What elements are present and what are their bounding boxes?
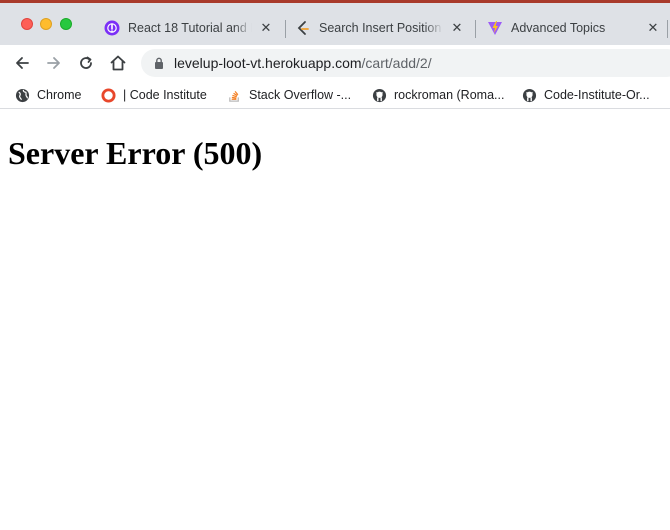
reload-icon bbox=[80, 56, 92, 69]
forward-arrow-icon bbox=[47, 57, 60, 69]
window-zoom-button[interactable] bbox=[60, 18, 72, 30]
url-path: /cart/add/2/ bbox=[361, 55, 432, 71]
leetcode-icon bbox=[295, 20, 311, 36]
bookmark-label: Stack Overflow -... bbox=[249, 88, 352, 102]
bookmark-chrome[interactable]: Chrome bbox=[14, 86, 81, 104]
close-icon[interactable]: ✕ bbox=[645, 20, 661, 36]
bookmark-code-institute[interactable]: | Code Institute bbox=[100, 86, 207, 104]
back-arrow-icon bbox=[16, 57, 29, 69]
page-content: Server Error (500) bbox=[0, 110, 670, 530]
tab-react-tutorial[interactable]: React 18 Tutorial and P ✕ bbox=[104, 11, 274, 45]
url-host: levelup-loot-vt.herokuapp.com bbox=[174, 55, 362, 71]
tab-advanced-topics[interactable]: Advanced Topics ✕ bbox=[487, 11, 661, 45]
close-icon[interactable]: ✕ bbox=[258, 20, 274, 36]
bookmark-label: Code-Institute-Or... bbox=[544, 88, 650, 102]
tab-strip: React 18 Tutorial and P ✕ Search Insert … bbox=[0, 3, 670, 45]
browser-toolbar: levelup-loot-vt.herokuapp.com/cart/add/2… bbox=[0, 45, 670, 81]
close-icon[interactable]: ✕ bbox=[449, 20, 465, 36]
error-heading: Server Error (500) bbox=[8, 135, 263, 171]
window-close-button[interactable] bbox=[21, 18, 33, 30]
tab-search-insert-position[interactable]: Search Insert Position ✕ bbox=[295, 11, 465, 45]
lock-icon[interactable] bbox=[153, 56, 165, 70]
tab-title: Search Insert Position bbox=[319, 21, 443, 35]
tab-separator bbox=[285, 20, 286, 38]
bookmark-rockroman[interactable]: rockroman (Roma... bbox=[371, 86, 504, 104]
github-icon bbox=[521, 87, 537, 103]
tab-separator bbox=[475, 20, 476, 38]
purple-circle-icon bbox=[104, 20, 120, 36]
github-icon bbox=[371, 87, 387, 103]
chrome-globe-icon bbox=[14, 87, 30, 103]
bookmark-stack-overflow[interactable]: Stack Overflow -... bbox=[226, 86, 351, 104]
bookmarks-bar: Chrome | Code Institute Stack Overflow -… bbox=[0, 81, 670, 109]
vite-icon bbox=[487, 20, 503, 36]
tab-title: React 18 Tutorial and P bbox=[128, 21, 252, 35]
code-institute-icon bbox=[100, 87, 116, 103]
stackoverflow-icon bbox=[226, 87, 242, 103]
back-button[interactable] bbox=[10, 51, 34, 75]
bookmark-label: Chrome bbox=[37, 88, 82, 102]
tab-separator bbox=[667, 20, 668, 38]
home-button[interactable] bbox=[106, 51, 130, 75]
url-text: levelup-loot-vt.herokuapp.com/cart/add/2… bbox=[174, 55, 432, 71]
bookmark-label: rockroman (Roma... bbox=[394, 88, 505, 102]
tab-title: Advanced Topics bbox=[511, 21, 639, 35]
bookmark-label: | Code Institute bbox=[123, 88, 207, 102]
bookmark-code-institute-org[interactable]: Code-Institute-Or... bbox=[521, 86, 650, 104]
window-minimize-button[interactable] bbox=[40, 18, 52, 30]
home-icon bbox=[110, 55, 126, 71]
address-bar[interactable]: levelup-loot-vt.herokuapp.com/cart/add/2… bbox=[141, 49, 670, 77]
reload-button[interactable] bbox=[74, 51, 98, 75]
forward-button[interactable] bbox=[42, 51, 66, 75]
